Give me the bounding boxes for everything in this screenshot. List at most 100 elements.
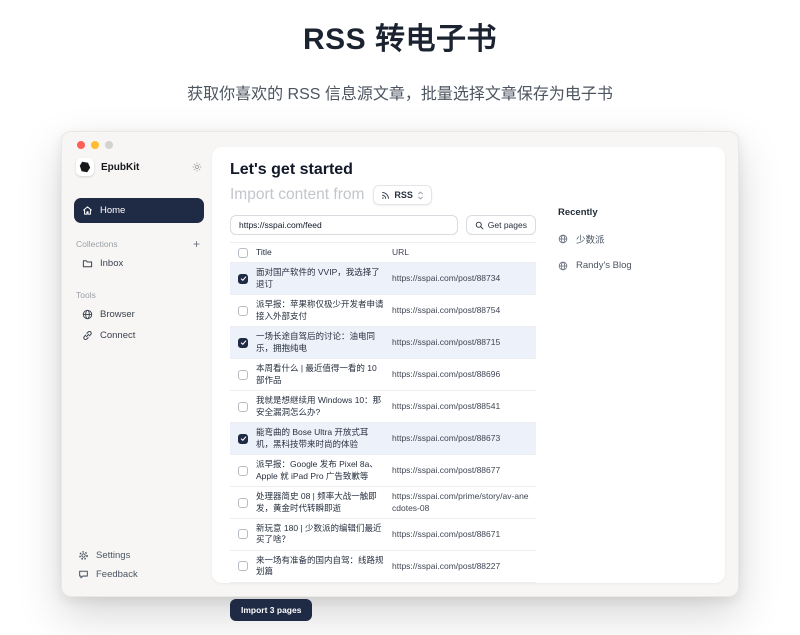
row-url: https://sspai.com/post/88673 bbox=[392, 433, 530, 444]
gear-icon bbox=[78, 550, 89, 561]
table-row[interactable]: 本周看什么 | 最近值得一看的 10 部作品 https://sspai.com… bbox=[230, 359, 536, 391]
row-title: 新玩意 180 | 少数派的编辑们最近买了啥？ bbox=[256, 523, 392, 546]
sidebar-bottom: Settings Feedback bbox=[74, 546, 202, 584]
recently-heading: Recently bbox=[558, 207, 708, 218]
row-url: https://sspai.com/post/88754 bbox=[392, 305, 530, 316]
source-select-value: RSS bbox=[394, 190, 413, 200]
app-logo-icon bbox=[76, 158, 94, 176]
sidebar-item-connect[interactable]: Connect bbox=[74, 325, 202, 346]
row-url: https://sspai.com/post/88541 bbox=[392, 401, 530, 412]
check-icon bbox=[240, 435, 247, 442]
table-row[interactable]: 新玩意 180 | 少数派的编辑们最近买了啥？ https://sspai.co… bbox=[230, 519, 536, 551]
row-checkbox[interactable] bbox=[238, 306, 248, 316]
section-label-collections: Collections bbox=[76, 239, 118, 249]
main-panel: Let's get started Import content from RS… bbox=[212, 147, 725, 583]
row-url: https://sspai.com/prime/story/av-anecdot… bbox=[392, 491, 530, 514]
row-title: 面对国产软件的 VVIP，我选择了退订 bbox=[256, 267, 392, 290]
recently-item[interactable]: 少数派 bbox=[558, 232, 708, 246]
sidebar-item-feedback[interactable]: Feedback bbox=[74, 565, 202, 584]
collections-section-row: Collections + bbox=[76, 239, 200, 249]
recently-item-label: 少数派 bbox=[576, 232, 605, 246]
import-pages-button[interactable]: Import 3 pages bbox=[230, 599, 312, 621]
row-checkbox[interactable] bbox=[238, 466, 248, 476]
row-title: 能弯曲的 Bose Ultra 开放式耳机，黑科技带来时尚的体验 bbox=[256, 427, 392, 450]
folder-icon bbox=[82, 258, 93, 269]
row-title: 我就是想继续用 Windows 10：那安全漏洞怎么办? bbox=[256, 395, 392, 418]
row-checkbox[interactable] bbox=[238, 274, 248, 284]
check-icon bbox=[240, 275, 247, 282]
row-url: https://sspai.com/post/88671 bbox=[392, 529, 530, 540]
row-url: https://sspai.com/post/88677 bbox=[392, 465, 530, 476]
sun-icon bbox=[192, 162, 202, 172]
page-header: RSS 转电子书 获取你喜欢的 RSS 信息源文章，批量选择文章保存为电子书 bbox=[0, 14, 800, 104]
table-row[interactable]: 能弯曲的 Bose Ultra 开放式耳机，黑科技带来时尚的体验 https:/… bbox=[230, 423, 536, 455]
row-url: https://sspai.com/post/88715 bbox=[392, 337, 530, 348]
row-url: https://sspai.com/post/88696 bbox=[392, 369, 530, 380]
table-row[interactable]: 派早报：Google 发布 Pixel 8a、Apple 就 iPad Pro … bbox=[230, 455, 536, 487]
sidebar-item-label: Browser bbox=[100, 309, 135, 320]
table-row[interactable]: 来一场有准备的国内自驾：线路规划篇 https://sspai.com/post… bbox=[230, 551, 536, 583]
sidebar-spacer bbox=[74, 346, 202, 546]
app-window: EpubKit Home Collections + Inbox bbox=[61, 131, 739, 597]
row-checkbox[interactable] bbox=[238, 561, 248, 571]
recently-panel: Recently 少数派 Randy's Blog bbox=[558, 207, 708, 271]
get-pages-label: Get pages bbox=[488, 220, 527, 230]
row-checkbox[interactable] bbox=[238, 529, 248, 539]
page-heading: Let's get started bbox=[230, 161, 536, 179]
recently-item[interactable]: Randy's Blog bbox=[558, 260, 708, 271]
sidebar-item-home[interactable]: Home bbox=[74, 198, 204, 223]
globe-icon bbox=[558, 234, 568, 244]
row-checkbox[interactable] bbox=[238, 434, 248, 444]
row-title: 处理器简史 08 | 频率大战一触即发，黄金时代转瞬即逝 bbox=[256, 491, 392, 514]
page-subtitle: 获取你喜欢的 RSS 信息源文章，批量选择文章保存为电子书 bbox=[0, 80, 800, 104]
feed-url-input[interactable] bbox=[230, 215, 458, 235]
add-collection-button[interactable]: + bbox=[193, 240, 200, 248]
table-row[interactable]: 处理器简史 08 | 频率大战一触即发，黄金时代转瞬即逝 https://ssp… bbox=[230, 487, 536, 519]
app-logo-row: EpubKit bbox=[74, 158, 202, 176]
row-title: 派早报：苹果称仅极少开发者申请接入外部支付 bbox=[256, 299, 392, 322]
row-title: 一场长途自驾后的讨论：油电同乐，拥抱纯电 bbox=[256, 331, 392, 354]
row-checkbox[interactable] bbox=[238, 402, 248, 412]
sidebar: EpubKit Home Collections + Inbox bbox=[62, 132, 212, 596]
link-icon bbox=[82, 330, 93, 341]
row-url: https://sspai.com/post/88734 bbox=[392, 273, 530, 284]
column-header-url: URL bbox=[392, 247, 530, 258]
search-icon bbox=[475, 221, 484, 230]
home-icon bbox=[82, 205, 93, 216]
theme-toggle-button[interactable] bbox=[192, 162, 202, 172]
table-row[interactable]: 我就是想继续用 Windows 10：那安全漏洞怎么办? https://ssp… bbox=[230, 391, 536, 423]
row-title: 来一场有准备的国内自驾：线路规划篇 bbox=[256, 555, 392, 578]
sidebar-item-label: Home bbox=[100, 205, 125, 216]
sidebar-item-browser[interactable]: Browser bbox=[74, 304, 202, 325]
sidebar-item-settings[interactable]: Settings bbox=[74, 546, 202, 565]
sidebar-item-inbox[interactable]: Inbox bbox=[74, 253, 202, 274]
table-row[interactable]: 面对国产软件的 VVIP，我选择了退订 https://sspai.com/po… bbox=[230, 263, 536, 295]
chevron-updown-icon bbox=[417, 191, 424, 200]
article-table-body: 面对国产软件的 VVIP，我选择了退订 https://sspai.com/po… bbox=[230, 263, 536, 582]
row-checkbox[interactable] bbox=[238, 498, 248, 508]
row-url: https://sspai.com/post/88227 bbox=[392, 561, 530, 572]
import-column: Let's get started Import content from RS… bbox=[230, 161, 536, 621]
recently-item-label: Randy's Blog bbox=[576, 260, 632, 271]
import-from-row: Import content from RSS bbox=[230, 185, 536, 205]
table-row[interactable]: 一场长途自驾后的讨论：油电同乐，拥抱纯电 https://sspai.com/p… bbox=[230, 327, 536, 359]
row-checkbox[interactable] bbox=[238, 370, 248, 380]
globe-icon bbox=[82, 309, 93, 320]
article-table: Title URL 面对国产软件的 VVIP，我选择了退订 https://ss… bbox=[230, 242, 536, 583]
tools-section-row: Tools bbox=[76, 290, 200, 300]
import-from-label: Import content from bbox=[230, 186, 364, 204]
check-icon bbox=[240, 339, 247, 346]
row-checkbox[interactable] bbox=[238, 338, 248, 348]
sidebar-item-label: Feedback bbox=[96, 569, 138, 580]
get-pages-button[interactable]: Get pages bbox=[466, 215, 536, 235]
sidebar-item-label: Settings bbox=[96, 550, 130, 561]
sidebar-item-label: Connect bbox=[100, 330, 135, 341]
page-title: RSS 转电子书 bbox=[0, 14, 800, 58]
select-all-checkbox[interactable] bbox=[238, 248, 248, 258]
row-title: 派早报：Google 发布 Pixel 8a、Apple 就 iPad Pro … bbox=[256, 459, 392, 482]
table-row[interactable]: 派早报：苹果称仅极少开发者申请接入外部支付 https://sspai.com/… bbox=[230, 295, 536, 327]
table-header-row: Title URL bbox=[230, 243, 536, 263]
source-select[interactable]: RSS bbox=[373, 185, 432, 205]
rss-icon bbox=[381, 191, 390, 200]
feed-input-row: Get pages bbox=[230, 215, 536, 235]
